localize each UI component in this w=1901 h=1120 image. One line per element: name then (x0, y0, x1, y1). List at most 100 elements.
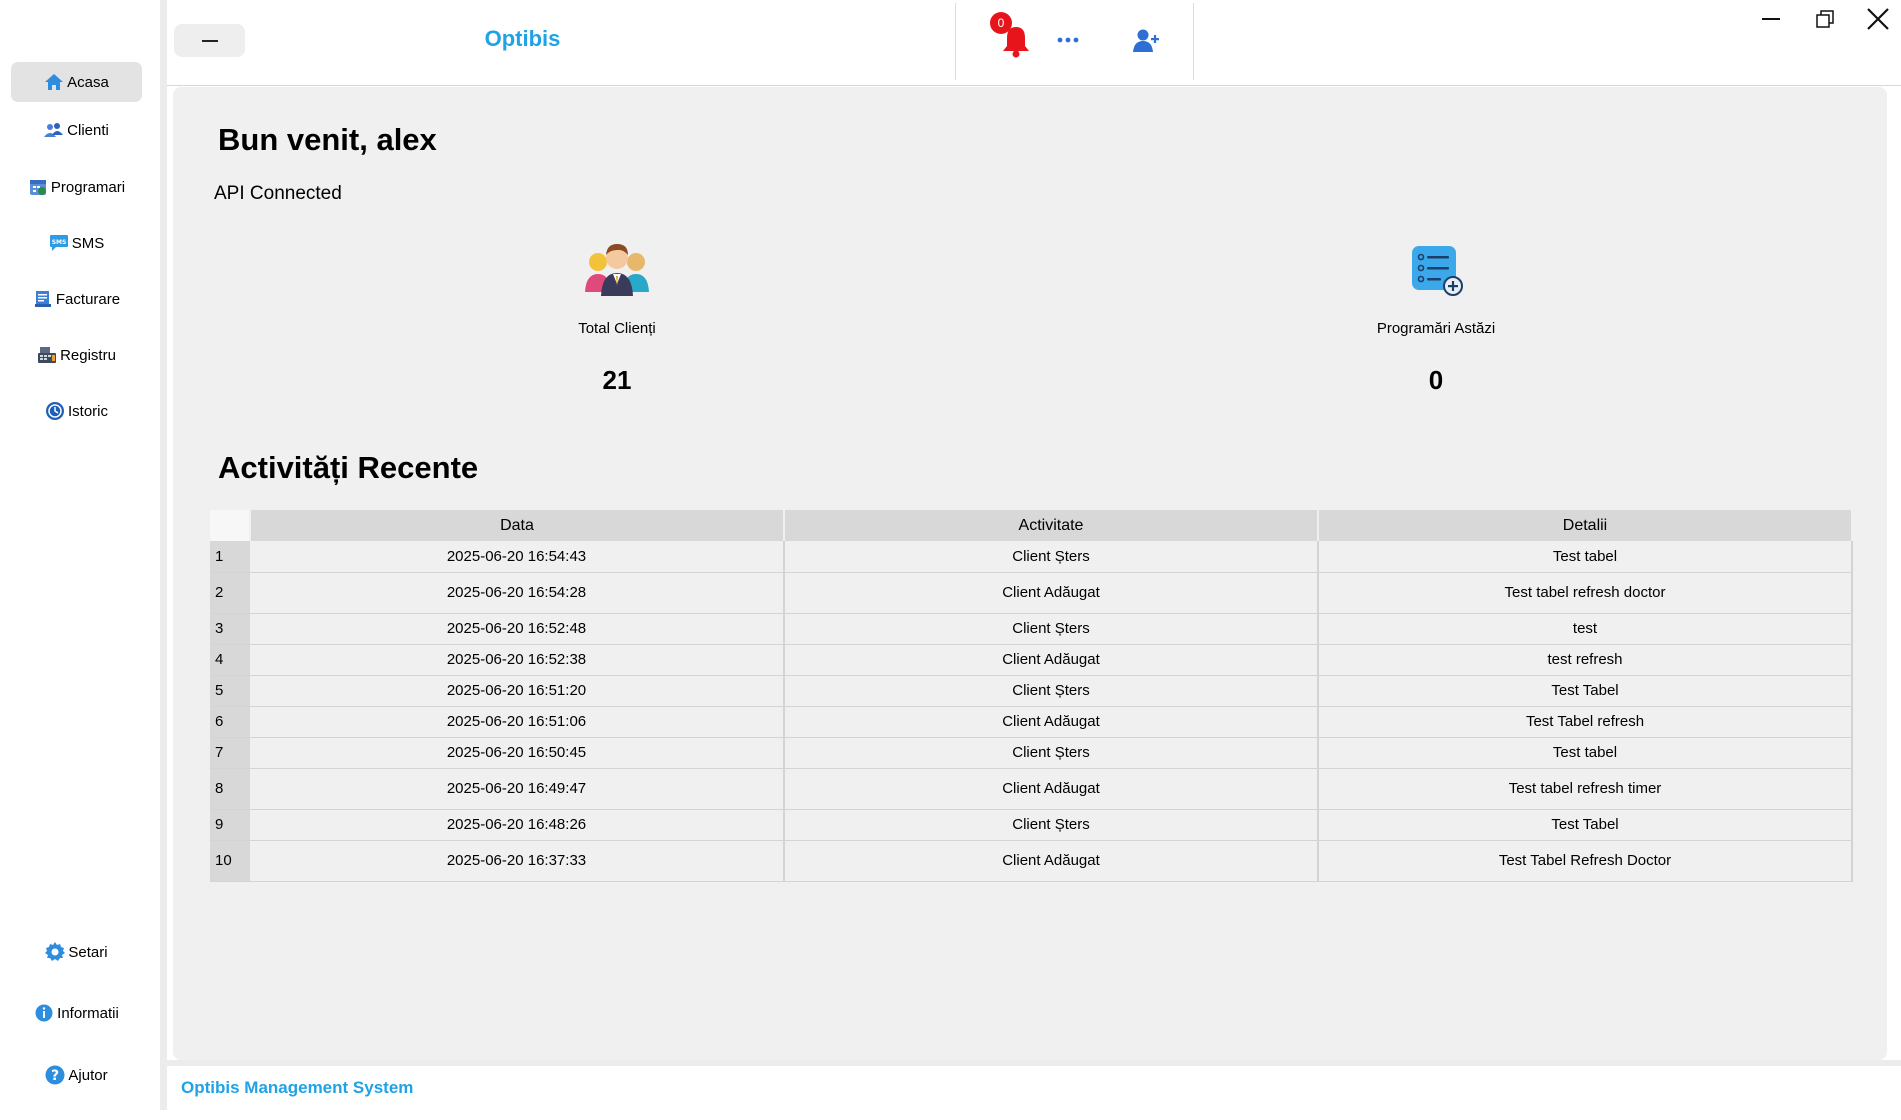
cell-activity: Client Adăugat (784, 706, 1319, 738)
row-number: 5 (210, 675, 250, 707)
cell-date: 2025-06-20 16:54:28 (250, 572, 785, 614)
app-title: Optibis (484, 26, 561, 51)
stat-label: Programări Astăzi (1376, 320, 1496, 337)
sidebar-item-label: Programari (50, 178, 126, 196)
cell-activity: Client Șters (784, 613, 1319, 645)
sidebar-item-acasa[interactable]: Acasa (11, 62, 142, 102)
table-row[interactable]: 9 2025-06-20 16:48:26 Client Șters Test Tab… (210, 809, 1853, 841)
notification-count-badge: 0 (990, 12, 1012, 34)
table-row[interactable]: 10 2025-06-20 16:37:33 Client Adăugat Test … (210, 840, 1853, 882)
cell-activity: Client Adăugat (784, 572, 1319, 614)
sidebar-item-facturare[interactable]: Facturare (11, 279, 142, 319)
cell-details: test refresh (1318, 644, 1853, 676)
column-header-detalii[interactable]: Detalii (1318, 510, 1853, 541)
table-row[interactable]: 1 2025-06-20 16:54:43 Client Șters Test tab… (210, 541, 1853, 573)
sidebar: Acasa Clienti Programari SMS SMS Factura… (0, 0, 160, 1120)
table-row[interactable]: 2 2025-06-20 16:54:28 Client Adăugat Test t… (210, 572, 1853, 614)
table-corner-cell (210, 510, 251, 541)
recent-activity-heading: Activități Recente (218, 450, 479, 485)
cell-date: 2025-06-20 16:37:33 (250, 840, 785, 882)
cell-details: Test Tabel Refresh Doctor (1318, 840, 1853, 882)
cell-date: 2025-06-20 16:50:45 (250, 737, 785, 769)
sidebar-item-label: Facturare (55, 290, 121, 308)
divider (1193, 3, 1194, 80)
cell-details: Test tabel refresh doctor (1318, 572, 1853, 614)
sidebar-item-informatii[interactable]: Informatii (11, 993, 142, 1033)
cell-details: Test tabel refresh timer (1318, 768, 1853, 810)
cell-activity: Client Adăugat (784, 644, 1319, 676)
table-row[interactable]: 7 2025-06-20 16:50:45 Client Șters Test tab… (210, 737, 1853, 769)
stat-appointments-today: Programări Astăzi 0 (1346, 240, 1526, 396)
sidebar-item-label: Setari (68, 943, 108, 961)
history-icon (45, 401, 65, 421)
cell-activity: Client Șters (784, 737, 1319, 769)
row-number: 9 (210, 809, 250, 841)
row-number: 3 (210, 613, 250, 645)
table-row[interactable]: 4 2025-06-20 16:52:38 Client Adăugat test r… (210, 644, 1853, 676)
sidebar-item-registru[interactable]: Registru (11, 335, 142, 375)
column-header-data[interactable]: Data (250, 510, 785, 541)
sms-icon: SMS (49, 233, 69, 253)
column-header-activitate[interactable]: Activitate (784, 510, 1319, 541)
svg-text:SMS: SMS (51, 239, 66, 246)
row-number: 8 (210, 768, 250, 810)
stat-value: 21 (602, 365, 632, 395)
row-number: 6 (210, 706, 250, 738)
cell-details: test (1318, 613, 1853, 645)
cell-details: Test tabel (1318, 737, 1853, 769)
gear-icon (45, 942, 66, 962)
sidebar-item-clienti[interactable]: Clienti (11, 110, 142, 150)
appointment-list-icon (1412, 246, 1463, 296)
invoice-icon (33, 289, 53, 309)
more-options-button[interactable] (1056, 28, 1080, 52)
stat-total-clients: Total Clienți 21 (517, 240, 717, 396)
restore-window-button[interactable] (1805, 4, 1845, 34)
add-user-button[interactable] (1132, 28, 1160, 54)
cell-date: 2025-06-20 16:49:47 (250, 768, 785, 810)
row-number: 2 (210, 572, 250, 614)
api-status-text: API Connected (214, 183, 342, 204)
svg-text:?: ? (51, 1068, 59, 1084)
cell-date: 2025-06-20 16:52:48 (250, 613, 785, 645)
divider (955, 3, 956, 80)
cell-activity: Client Șters (784, 809, 1319, 841)
sidebar-item-setari[interactable]: Setari (11, 932, 142, 972)
more-dots-icon (1057, 37, 1079, 43)
table-row[interactable]: 3 2025-06-20 16:52:48 Client Șters test (210, 613, 1853, 645)
cell-details: Test Tabel (1318, 809, 1853, 841)
welcome-heading: Bun venit, alex (218, 122, 437, 157)
close-window-button[interactable] (1858, 4, 1898, 34)
cell-date: 2025-06-20 16:54:43 (250, 541, 785, 573)
table-row[interactable]: 6 2025-06-20 16:51:06 Client Adăugat Test T… (210, 706, 1853, 738)
table-header-row: Data Activitate Detalii (210, 510, 1853, 541)
stat-value: 0 (1428, 365, 1444, 395)
sidebar-item-label: Informatii (57, 1004, 119, 1022)
footer-divider (167, 1060, 1901, 1066)
row-number: 10 (210, 840, 250, 882)
table-row[interactable]: 8 2025-06-20 16:49:47 Client Adăugat Test t… (210, 768, 1853, 810)
sidebar-divider (160, 0, 167, 1110)
cell-details: Test tabel (1318, 541, 1853, 573)
row-number: 4 (210, 644, 250, 676)
sidebar-item-label: SMS (71, 234, 105, 252)
cell-activity: Client Adăugat (784, 840, 1319, 882)
sidebar-item-istoric[interactable]: Istoric (11, 391, 142, 431)
sidebar-item-sms[interactable]: SMS SMS (11, 223, 142, 263)
table-row[interactable]: 5 2025-06-20 16:51:20 Client Șters Test Tab… (210, 675, 1853, 707)
row-number: 7 (210, 737, 250, 769)
cell-details: Test Tabel (1318, 675, 1853, 707)
sidebar-item-programari[interactable]: Programari (11, 167, 142, 207)
minimize-window-button[interactable] (1751, 4, 1791, 34)
menu-toggle-button[interactable] (174, 24, 245, 57)
sidebar-item-label: Istoric (67, 402, 108, 420)
sidebar-item-ajutor[interactable]: ? Ajutor (11, 1055, 142, 1095)
restore-icon (1816, 10, 1834, 28)
cell-date: 2025-06-20 16:48:26 (250, 809, 785, 841)
cell-date: 2025-06-20 16:52:38 (250, 644, 785, 676)
cell-date: 2025-06-20 16:51:06 (250, 706, 785, 738)
minus-icon (201, 39, 218, 42)
calendar-icon (28, 177, 48, 197)
clients-group-icon (585, 244, 649, 296)
footer-text: Optibis Management System (181, 1078, 414, 1097)
close-icon (1867, 8, 1889, 30)
